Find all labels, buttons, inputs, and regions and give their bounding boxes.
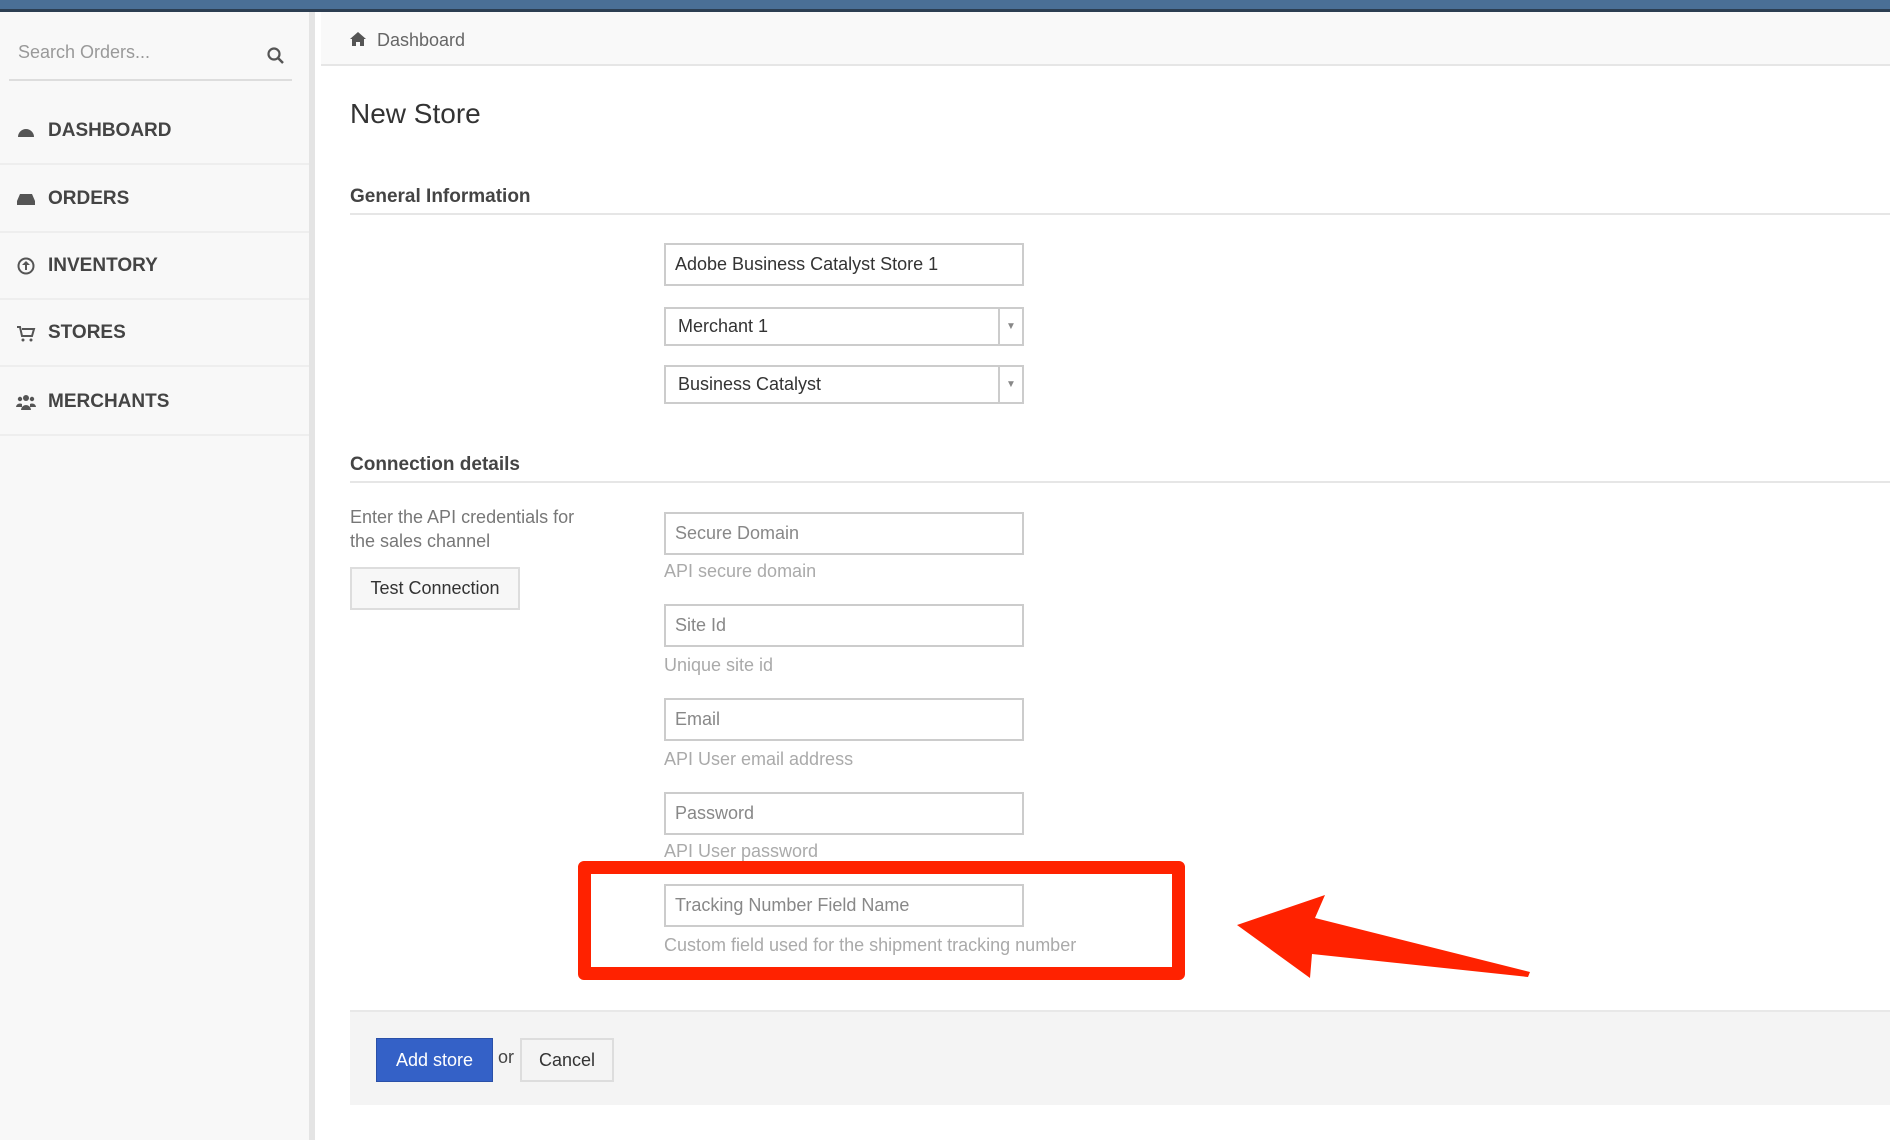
top-bar	[0, 0, 1890, 12]
page-title: New Store	[350, 98, 481, 129]
divider	[350, 481, 1890, 483]
sidebar-item-merchants[interactable]: MERCHANTS	[0, 369, 309, 436]
search-underline	[9, 79, 292, 81]
sidebar-item-label: ORDERS	[48, 187, 130, 209]
search-icon[interactable]	[266, 46, 286, 66]
general-information-heading: General Information	[350, 186, 531, 207]
email-input[interactable]: Email	[664, 698, 1024, 741]
email-help: API User email address	[664, 749, 854, 769]
platform-select-value: Business Catalyst	[678, 374, 822, 394]
sidebar-item-label: DASHBOARD	[48, 119, 172, 141]
divider	[350, 213, 1890, 215]
secure-domain-help: API secure domain	[664, 561, 817, 581]
inbox-icon	[17, 193, 35, 205]
search-input[interactable]: Search Orders...	[18, 42, 150, 63]
merchant-select-value: Merchant 1	[678, 316, 769, 336]
merchant-select[interactable]: Merchant 1 ▼	[664, 307, 1024, 346]
sidebar-item-label: INVENTORY	[48, 254, 158, 276]
dashboard-icon	[18, 128, 34, 137]
sidebar-item-label: MERCHANTS	[48, 390, 170, 412]
breadcrumb-dashboard-link[interactable]: Dashboard	[377, 30, 465, 51]
breadcrumb	[321, 12, 1890, 66]
sidebar-item-dashboard[interactable]: DASHBOARD	[0, 98, 309, 165]
users-icon	[16, 394, 36, 410]
or-text: or	[498, 1047, 515, 1067]
platform-select[interactable]: Business Catalyst ▼	[664, 365, 1024, 404]
chevron-down-icon: ▼	[998, 367, 1022, 402]
site-id-input[interactable]: Site Id	[664, 604, 1024, 647]
password-help: API User password	[664, 841, 819, 861]
home-icon	[350, 32, 366, 46]
annotation-arrow-icon	[1237, 895, 1530, 978]
test-connection-button[interactable]: Test Connection	[350, 567, 520, 610]
annotation-highlight-box	[578, 861, 1185, 980]
cart-icon	[17, 325, 36, 341]
sidebar-item-label: STORES	[48, 321, 126, 343]
cancel-button[interactable]: Cancel	[520, 1038, 614, 1082]
connection-details-heading: Connection details	[350, 454, 520, 475]
connection-help-text: Enter the API credentials for the sales …	[350, 507, 575, 551]
add-store-button[interactable]: Add store	[376, 1038, 493, 1082]
sidebar-item-inventory[interactable]: INVENTORY	[0, 233, 309, 300]
arrow-circle-up-icon	[17, 257, 35, 274]
secure-domain-input[interactable]: Secure Domain	[664, 512, 1024, 555]
chevron-down-icon: ▼	[998, 309, 1022, 344]
sidebar-item-stores[interactable]: STORES	[0, 300, 309, 367]
site-id-help: Unique site id	[664, 655, 774, 675]
password-input[interactable]: Password	[664, 792, 1024, 835]
sidebar-item-orders[interactable]: ORDERS	[0, 166, 309, 233]
store-name-input[interactable]: Adobe Business Catalyst Store 1	[664, 243, 1024, 286]
